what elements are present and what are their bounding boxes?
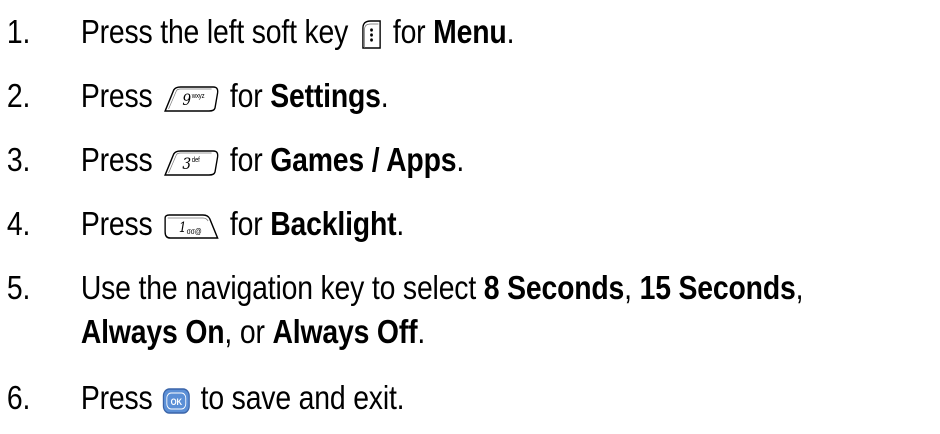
step-text-after: for: [229, 205, 263, 242]
step-text-after: for: [392, 13, 426, 50]
step-text-before: Press the left soft key: [80, 13, 349, 50]
step-number: 4.: [6, 205, 31, 242]
key-sublabel: wxyz: [191, 93, 205, 101]
option-always-off: Always Off: [272, 313, 418, 350]
instructions-page: 1. Press the left soft key for Menu. 2. …: [0, 0, 940, 434]
step-text: Use the navigation key to select 8 Secon…: [80, 268, 804, 308]
step-text-end: .: [456, 141, 465, 178]
step-number: 6.: [6, 379, 31, 416]
step-text-before: Press: [80, 77, 153, 114]
key-label: 3: [183, 154, 192, 173]
separator: ,: [795, 269, 804, 306]
step-text-before: Press: [80, 141, 153, 178]
step-text: Press the left soft key for Menu.: [80, 12, 515, 52]
step-number: 5.: [6, 269, 31, 306]
key-9-wxyz-icon: 9 wxyz: [162, 84, 220, 114]
key-label: 1: [179, 220, 186, 236]
step-text-after: for: [229, 77, 263, 114]
step-number: 1.: [6, 13, 31, 50]
step-text-end: .: [506, 13, 515, 50]
step-text: Always On, or Always Off.: [81, 312, 425, 352]
option-15-seconds: 15 Seconds: [639, 269, 796, 306]
step-text-end: .: [396, 205, 405, 242]
step-text: Press 3 def for Games / Apps.: [81, 140, 464, 180]
games-apps-target-label: Games / Apps: [270, 141, 457, 178]
backlight-target-label: Backlight: [270, 205, 397, 242]
step-text: Press 1 σσ@ for Backlight.: [81, 204, 404, 244]
key-3-def-icon: 3 def: [162, 148, 220, 178]
step-text-after: to save and exit.: [200, 379, 405, 416]
step-number: 3.: [6, 141, 31, 178]
option-8-seconds: 8 Seconds: [483, 269, 625, 306]
ok-key-icon: OK: [162, 386, 191, 416]
left-soft-key-icon: [358, 18, 384, 50]
key-label: OK: [171, 396, 182, 407]
menu-target-label: Menu: [433, 13, 507, 50]
key-sublabel: def: [192, 157, 200, 165]
key-1-voicemail-icon: 1 σσ@: [162, 212, 220, 242]
separator: , or: [224, 313, 265, 350]
key-label: 9: [183, 90, 192, 109]
key-sublabel: σσ@: [187, 226, 202, 236]
step-text: Press OK to save and exit.: [81, 378, 405, 418]
step-text-before: Use the navigation key to select: [80, 269, 477, 306]
settings-target-label: Settings: [270, 77, 381, 114]
step-text: Press 9 wxyz for Settings.: [81, 76, 389, 116]
separator: ,: [624, 269, 632, 306]
option-always-on: Always On: [80, 313, 225, 350]
step-text-before: Press: [80, 205, 153, 242]
step-text-end: .: [417, 313, 426, 350]
step-number: 2.: [6, 77, 31, 114]
step-text-end: .: [380, 77, 389, 114]
step-text-before: Press: [80, 379, 153, 416]
step-text-after: for: [229, 141, 263, 178]
